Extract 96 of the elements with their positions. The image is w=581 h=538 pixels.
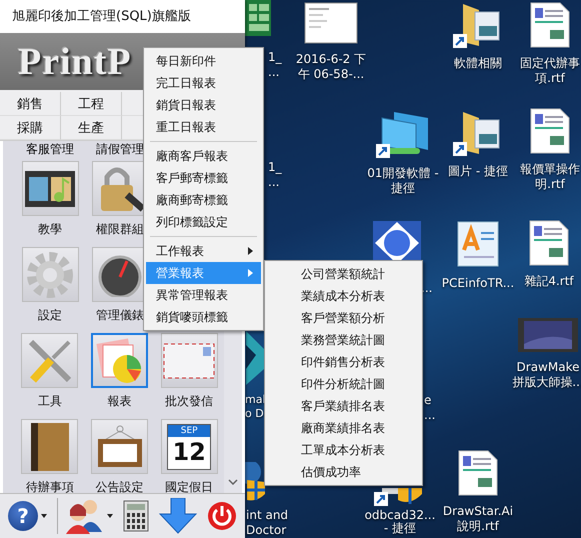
menu-item[interactable]: 廠商郵寄標籤	[146, 189, 261, 211]
wordpad-icon[interactable]	[456, 220, 500, 268]
module-tile[interactable]: SEP 12	[160, 419, 218, 474]
caret-icon[interactable]	[107, 514, 113, 518]
module-label: 工具	[38, 394, 62, 409]
book-icon	[28, 422, 71, 472]
desktop-icon-label[interactable]: 說明.rtf	[457, 519, 499, 534]
help-button[interactable]: ?	[8, 501, 38, 531]
desktop-icon-label[interactable]: 捷徑	[391, 181, 415, 196]
module-tile[interactable]	[22, 161, 78, 216]
desktop-icon-label[interactable]: ...	[424, 408, 436, 423]
gear-icon	[26, 250, 74, 298]
menu-item[interactable]: 客戶業績排名表	[267, 395, 420, 417]
menu-item[interactable]: 工單成本分析表	[267, 439, 420, 461]
module-label: 教學	[38, 222, 62, 237]
desktop-icon-label[interactable]: 軟體相關	[454, 56, 502, 71]
menu-item[interactable]: 印件銷售分析表	[267, 351, 420, 373]
users-icon[interactable]	[64, 498, 104, 534]
module-label: 待辦事項	[26, 480, 74, 493]
scroll-down-icon[interactable]	[228, 479, 238, 485]
envelope-icon	[163, 342, 216, 378]
module-label: 報表	[108, 394, 132, 409]
menu-item[interactable]: 銷貨日報表	[146, 94, 261, 116]
module-tile[interactable]	[91, 419, 148, 474]
document-icon[interactable]	[458, 450, 498, 496]
desktop-icon-label[interactable]: DrawMake	[516, 360, 580, 375]
menu-item[interactable]: 每日新印件	[146, 50, 261, 72]
desktop-icon-label[interactable]: DrawStar.Ai	[442, 504, 514, 519]
network-shortcut-icon[interactable]	[376, 110, 430, 158]
desktop-icon-label[interactable]: 午 06-58-...	[298, 67, 364, 82]
menu-item[interactable]: 客戶郵寄標籤	[146, 167, 261, 189]
desktop-icon-label[interactable]: 雜記4.rtf	[524, 274, 574, 289]
document-icon[interactable]	[529, 220, 569, 266]
desktop-icon-label[interactable]: 明.rtf	[535, 177, 565, 192]
module-tile[interactable]	[21, 333, 78, 388]
menu-item[interactable]: 異常管理報表	[146, 284, 261, 306]
category-tab[interactable]: 工程	[61, 92, 122, 116]
desktop-icon-label[interactable]: ...	[268, 175, 280, 190]
category-tab[interactable]: 生產	[61, 116, 122, 140]
module-label: 設定	[38, 308, 62, 323]
module-tile[interactable]	[21, 419, 78, 474]
desktop-icon-label[interactable]: int and	[246, 508, 288, 523]
desktop-icon-label[interactable]: odbcad32...	[364, 509, 436, 522]
module-label: 批次發信	[165, 394, 214, 409]
menu-item[interactable]: 業績成本分析表	[267, 285, 420, 307]
desktop-icon-label[interactable]: 01開發軟體 -	[367, 166, 439, 181]
document-icon[interactable]	[530, 2, 570, 48]
module-label: 管理儀錶	[96, 308, 144, 323]
down-arrow-icon[interactable]	[159, 498, 197, 534]
window-title: 旭麗印後加工管理(SQL)旗艦版	[11, 8, 192, 26]
video-thumbnail-icon[interactable]	[518, 318, 578, 352]
menu-item[interactable]: 廠商客戶報表	[146, 145, 261, 167]
category-tab[interactable]: 銷售	[0, 92, 61, 116]
menu-item[interactable]: 重工日報表	[146, 116, 261, 138]
screenshot-thumbnail-icon[interactable]	[304, 2, 358, 44]
desktop-icon-label[interactable]: 拼版大師操...	[512, 375, 581, 390]
submenu-arrow-icon	[248, 269, 253, 277]
menu-item[interactable]: 銷貨嘜頭標籤	[146, 306, 261, 328]
logo-text: PrintP	[18, 40, 132, 84]
module-label: 國定假日	[165, 480, 214, 493]
menu-item[interactable]: 公司營業額統計	[267, 263, 420, 285]
module-label: 權限群組	[96, 222, 144, 237]
desktop-icon-label[interactable]: 報價單操作	[520, 162, 580, 177]
module-label[interactable]: 客服管理	[15, 141, 85, 159]
module-tile[interactable]	[91, 333, 148, 388]
menu-item[interactable]: 工作報表	[146, 240, 261, 262]
power-icon[interactable]	[207, 501, 237, 531]
desktop-icon-label[interactable]: 項.rtf	[535, 71, 565, 86]
menu-item[interactable]: 業務營業統計圖	[267, 329, 420, 351]
menu-item[interactable]: 廠商業績排名表	[267, 417, 420, 439]
menu-item[interactable]: 客戶營業額分析	[267, 307, 420, 329]
desktop-icon-label[interactable]: 1_	[268, 160, 282, 175]
submenu-arrow-icon	[248, 247, 253, 255]
caret-icon[interactable]	[41, 514, 47, 518]
desktop-icon-label[interactable]: 圖片 - 捷徑	[448, 164, 508, 179]
desktop-icon-label[interactable]: e	[424, 393, 432, 408]
document-icon[interactable]	[530, 108, 570, 154]
desktop-icon-label[interactable]: - 捷徑	[384, 522, 416, 535]
module-label: 公告設定	[96, 480, 144, 493]
menu-item[interactable]: 完工日報表	[146, 72, 261, 94]
desktop-icon-label[interactable]: 1_	[268, 50, 282, 65]
menu-item[interactable]: 列印標籤設定	[146, 211, 261, 233]
category-tab[interactable]: 採購	[0, 116, 61, 140]
desktop-icon-label[interactable]: ...	[268, 65, 280, 80]
desktop-icon-label[interactable]: Doctor	[246, 523, 286, 538]
menu-item[interactable]: 印件分析統計圖	[267, 373, 420, 395]
desktop-icon-label[interactable]: 2016-6-2 下	[296, 52, 366, 67]
desktop-icon-label[interactable]: 固定代辦事	[520, 56, 580, 71]
spreadsheet-icon[interactable]	[245, 0, 271, 36]
menu-item[interactable]: 估價成功率	[267, 461, 420, 483]
module-tile[interactable]	[22, 247, 78, 302]
desktop-icon-label[interactable]: PCEinfoTR...	[442, 276, 514, 291]
module-tile[interactable]	[160, 333, 218, 388]
desktop-icon-label[interactable]: o D	[245, 407, 264, 421]
calendar-icon: SEP 12	[167, 424, 212, 470]
calculator-icon[interactable]	[123, 500, 149, 532]
